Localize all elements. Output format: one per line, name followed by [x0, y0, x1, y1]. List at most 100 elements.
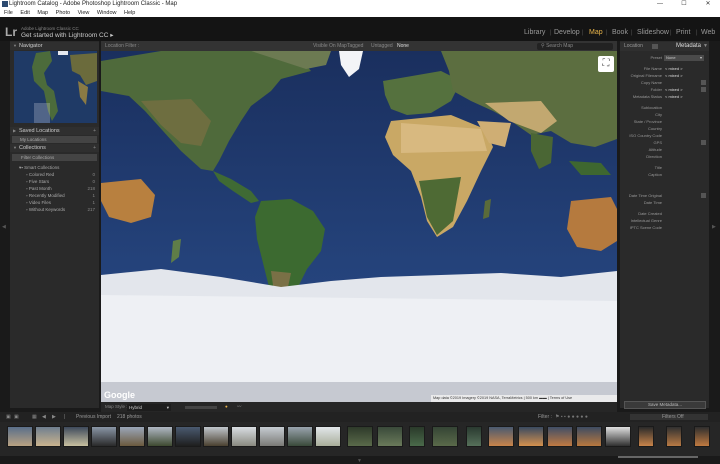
add-location-icon[interactable]: +	[93, 127, 96, 135]
collection-item[interactable]: ▫ Video Files 1	[12, 199, 97, 206]
save-metadata-button[interactable]: Save Metadata...	[624, 401, 706, 409]
filmstrip-thumbnail[interactable]	[175, 426, 201, 447]
metadata-row-copy-name[interactable]: Copy Name	[620, 79, 709, 86]
filter-tagged[interactable]: Tagged	[347, 41, 363, 51]
filmstrip-thumbnail[interactable]	[576, 426, 602, 447]
metadata-row-gps[interactable]: GPS	[620, 139, 709, 146]
menu-edit[interactable]: Edit	[20, 10, 29, 16]
filmstrip-thumbnail[interactable]	[666, 426, 682, 447]
my-locations-item[interactable]: My Locations	[12, 136, 97, 143]
search-map-field[interactable]: ⚲ Search Map	[537, 42, 613, 50]
filter-none[interactable]: None	[397, 41, 409, 51]
flag-filter-icons[interactable]: ⚑ ▪ ▪ ● ● ● ● ●	[555, 412, 588, 422]
filmstrip-source[interactable]: Previous Import	[76, 412, 111, 422]
filter-collections-input[interactable]: Filter Collections	[12, 154, 97, 161]
metadata-row-altitude[interactable]: Altitude	[620, 146, 709, 153]
terms-link[interactable]: Terms of Use	[550, 396, 572, 400]
maximize-icon[interactable]: ☐	[672, 0, 696, 9]
metadata-row-date-time[interactable]: Date Time	[620, 199, 709, 206]
lock-markers-icon[interactable]: ●	[225, 402, 228, 412]
menu-map[interactable]: Map	[37, 10, 48, 16]
zoom-slider[interactable]	[185, 406, 217, 409]
gps-arrow-icon[interactable]	[701, 140, 706, 145]
filmstrip-toggle-icon[interactable]: ▼	[357, 458, 362, 464]
metadata-row-city[interactable]: City	[620, 111, 709, 118]
metadata-row-title[interactable]: Title	[620, 164, 709, 171]
filmstrip-thumbnail[interactable]	[7, 426, 33, 447]
metadata-row-file-name[interactable]: File Name < mixed >	[620, 65, 709, 72]
date-edit-icon[interactable]	[701, 193, 706, 198]
menu-view[interactable]: View	[78, 10, 90, 16]
back-arrow-icon[interactable]: ◀	[42, 412, 46, 422]
metadata-row-date-created[interactable]: Date Created	[620, 210, 709, 217]
fullscreen-icon[interactable]: ⛶	[598, 56, 614, 72]
filmstrip-thumbnail[interactable]	[694, 426, 710, 447]
metadata-row-original-filename[interactable]: Original Filename < mixed >	[620, 72, 709, 79]
filmstrip-thumbnail[interactable]	[63, 426, 89, 447]
forward-arrow-icon[interactable]: ▶	[52, 412, 56, 422]
metadata-row-folder[interactable]: Folder < mixed >	[620, 86, 709, 93]
left-panel-toggle-icon[interactable]: ◀	[2, 224, 6, 230]
menu-file[interactable]: File	[4, 10, 13, 16]
metadata-row-intellectual-genre[interactable]: Intellectual Genre	[620, 217, 709, 224]
menu-window[interactable]: Window	[97, 10, 117, 16]
filters-off-select[interactable]: Filters Off	[630, 414, 708, 420]
filmstrip-thumbnail[interactable]	[377, 426, 403, 447]
module-print[interactable]: Print	[676, 29, 690, 36]
filmstrip-thumbnail[interactable]	[315, 426, 341, 447]
module-slideshow[interactable]: Slideshow	[637, 29, 669, 36]
metadata-header[interactable]: Location Metadata ▼	[620, 42, 709, 51]
grid-view-icon[interactable]: ▦	[32, 412, 37, 422]
collection-item[interactable]: ▫ Without Keywords 217	[12, 206, 97, 213]
metadata-row-metadata-status[interactable]: Metadata Status < mixed >	[620, 93, 709, 100]
filmstrip-thumbnail-selected[interactable]	[605, 426, 631, 447]
minimize-icon[interactable]: —	[648, 0, 672, 9]
module-book[interactable]: Book	[612, 29, 628, 36]
menu-help[interactable]: Help	[124, 10, 135, 16]
filmstrip-thumbnail[interactable]	[35, 426, 61, 447]
metadata-row-date-time-original[interactable]: Date Time Original	[620, 192, 709, 199]
preset-select[interactable]: None ▾	[664, 55, 704, 61]
metadata-row-iptc-scene-code[interactable]: IPTC Scene Code	[620, 224, 709, 231]
get-started-link[interactable]: Get started with Lightroom CC ▸	[21, 31, 114, 39]
module-develop[interactable]: Develop	[554, 29, 580, 36]
filmstrip-thumbnail[interactable]	[231, 426, 257, 447]
metadata-row-direction[interactable]: Direction	[620, 153, 709, 160]
filmstrip-scrollbar[interactable]	[618, 456, 698, 458]
right-panel-toggle-icon[interactable]: ▶	[712, 224, 716, 230]
filmstrip-thumbnail[interactable]	[466, 426, 482, 447]
gps-tracklog-icon[interactable]: 〰	[237, 402, 242, 412]
secondary-display-icon[interactable]: ▣	[6, 412, 11, 422]
filmstrip-thumbnail[interactable]	[91, 426, 117, 447]
module-web[interactable]: Web	[701, 29, 715, 36]
go-to-folder-icon[interactable]	[701, 87, 706, 92]
filmstrip-thumbnail[interactable]	[409, 426, 425, 447]
metadata-row-sublocation[interactable]: Sublocation	[620, 104, 709, 111]
metadata-row-iso-code[interactable]: ISO Country Code	[620, 132, 709, 139]
filter-visible-on-map[interactable]: Visible On Map	[313, 41, 347, 51]
add-collection-icon[interactable]: +	[93, 144, 96, 152]
filmstrip-thumbnail[interactable]	[488, 426, 514, 447]
smart-collections-folder[interactable]: ▾▪ Smart Collections	[12, 164, 97, 171]
filmstrip-thumbnail[interactable]	[147, 426, 173, 447]
collection-item[interactable]: ▫ Five Stars 0	[12, 178, 97, 185]
navigator-header[interactable]: ▼ Navigator	[10, 42, 99, 50]
location-dropdown[interactable]	[652, 44, 658, 49]
main-display-icon[interactable]: ▣	[14, 412, 19, 422]
filmstrip-thumbnail[interactable]	[119, 426, 145, 447]
filter-untagged[interactable]: Untagged	[371, 41, 393, 51]
navigator-thumbnail[interactable]	[14, 51, 97, 123]
metadata-row-country[interactable]: Country	[620, 125, 709, 132]
filmstrip-thumbnail[interactable]	[518, 426, 544, 447]
world-map[interactable]: ⛶ Google Map data ©2019 Imagery ©2019 NA…	[101, 51, 617, 402]
saved-locations-header[interactable]: ▶ Saved Locations +	[10, 127, 99, 135]
collection-item[interactable]: ▫ Recently Modified 1	[12, 192, 97, 199]
filmstrip-thumbnail[interactable]	[287, 426, 313, 447]
close-icon[interactable]: ✕	[696, 0, 720, 9]
go-to-icon[interactable]	[701, 80, 706, 85]
filmstrip-thumbnail[interactable]	[432, 426, 458, 447]
filmstrip-thumbnail[interactable]	[259, 426, 285, 447]
collections-header[interactable]: ▼ Collections +	[10, 144, 99, 152]
collection-item[interactable]: ▫ Colored Red 0	[12, 171, 97, 178]
filmstrip-thumbnail[interactable]	[547, 426, 573, 447]
